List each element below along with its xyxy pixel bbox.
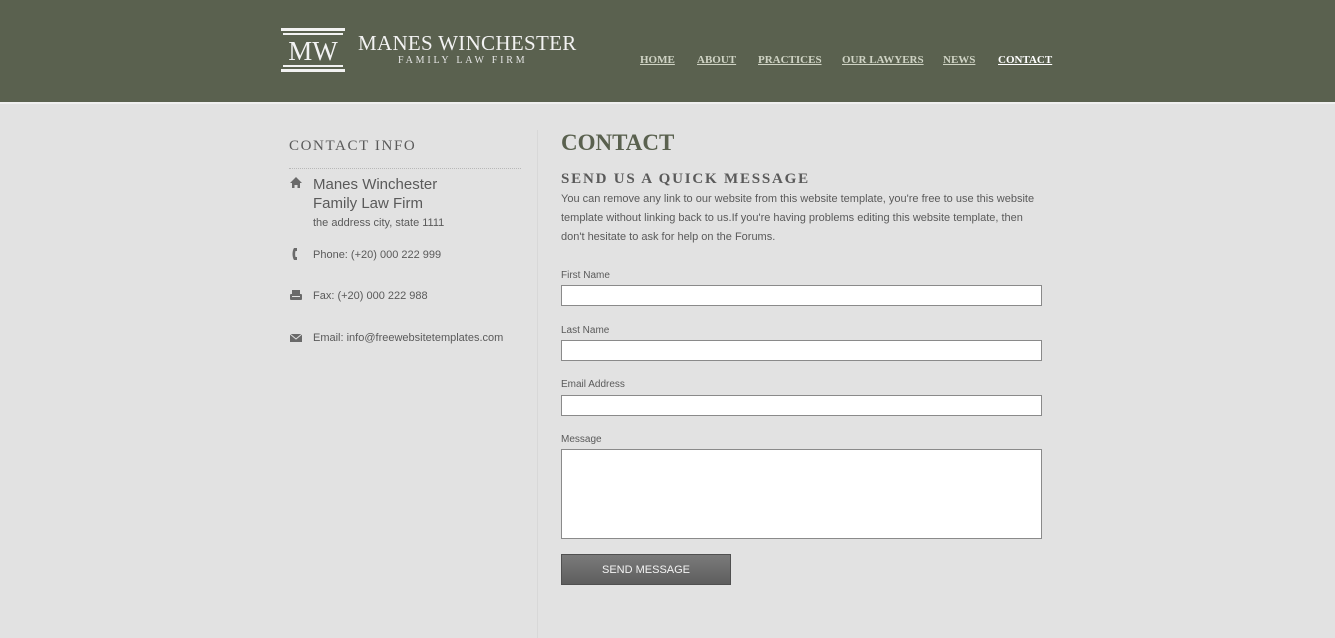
phone-icon	[292, 248, 297, 260]
message-textarea[interactable]	[561, 449, 1042, 539]
fax-icon	[290, 290, 302, 300]
sidebar-divider	[289, 168, 521, 169]
logo-mark-icon: MW	[281, 28, 345, 72]
intro-text: You can remove any link to our website f…	[561, 193, 1035, 243]
nav-contact[interactable]: CONTACT	[998, 54, 1052, 66]
nav-news[interactable]: NEWS	[943, 54, 975, 66]
fax-number: Fax: (+20) 000 222 988	[313, 290, 428, 302]
email-input[interactable]	[561, 395, 1042, 416]
firm-name-line2: Family Law Firm	[313, 195, 424, 212]
brand-tagline: FAMILY LAW FIRM	[398, 55, 528, 66]
email-label: Email Address	[561, 379, 625, 390]
email-address[interactable]: Email: info@freewebsitetemplates.com	[313, 332, 503, 344]
site-header: MW MANES WINCHESTER FAMILY LAW FIRM HOME…	[0, 0, 1335, 104]
nav-home[interactable]: HOME	[640, 54, 675, 66]
nav-practices[interactable]: PRACTICES	[758, 54, 822, 66]
firm-address: the address city, state 1111	[313, 217, 445, 229]
brand-name: MANES WINCHESTER	[358, 31, 577, 55]
first-name-input[interactable]	[561, 285, 1042, 306]
envelope-icon	[289, 333, 303, 342]
site-logo[interactable]: MW MANES WINCHESTER FAMILY LAW FIRM	[281, 28, 581, 74]
firm-name-line1: Manes Winchester	[313, 176, 438, 193]
send-message-button[interactable]: SEND MESSAGE	[561, 554, 731, 585]
last-name-input[interactable]	[561, 340, 1042, 361]
phone-number: Phone: (+20) 000 222 999	[313, 249, 442, 261]
page-title: CONTACT	[561, 130, 675, 155]
sidebar-title: CONTACT INFO	[289, 138, 417, 154]
first-name-label: First Name	[561, 270, 610, 281]
last-name-label: Last Name	[561, 325, 610, 336]
message-label: Message	[561, 434, 602, 445]
nav-our-lawyers[interactable]: OUR LAWYERS	[842, 54, 924, 66]
section-subtitle: SEND US A QUICK MESSAGE	[561, 171, 810, 187]
svg-text:MW: MW	[288, 36, 338, 66]
nav-about[interactable]: ABOUT	[697, 54, 736, 66]
home-icon	[290, 177, 302, 188]
column-divider	[537, 130, 538, 638]
